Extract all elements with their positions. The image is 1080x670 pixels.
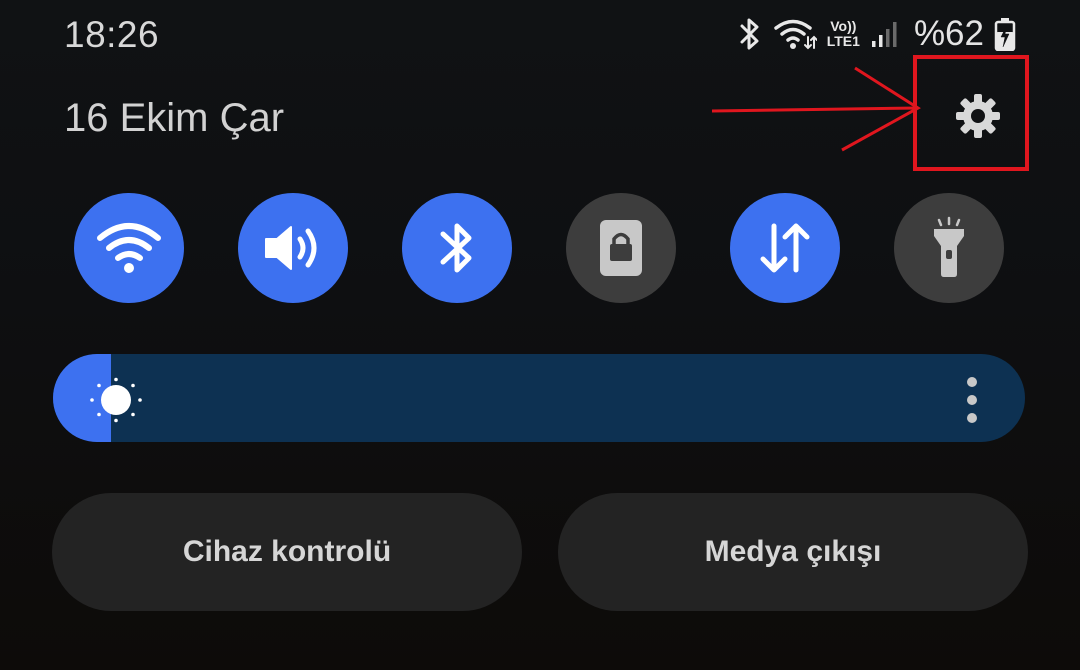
volte-label: Vo))	[830, 18, 857, 34]
battery-charging-icon	[994, 18, 1016, 51]
status-time: 18:26	[64, 14, 160, 55]
quick-toggles	[74, 193, 1006, 303]
annotation-arrow	[711, 66, 921, 152]
volte-lte-icon: Vo)) LTE1	[827, 19, 860, 49]
status-icons: Vo)) LTE1 %62	[737, 12, 1016, 56]
device-control-label: Cihaz kontrolü	[182, 535, 392, 568]
media-output-button[interactable]: Medya çıkışı	[558, 493, 1028, 611]
settings-button[interactable]	[952, 90, 1004, 142]
bluetooth-icon	[440, 223, 472, 273]
flashlight-toggle[interactable]	[894, 193, 1004, 303]
lock-icon	[600, 220, 642, 276]
battery-percent: %62	[913, 14, 984, 53]
date-label: 16 Ekim Çar	[64, 96, 285, 140]
brightness-slider[interactable]	[53, 354, 1025, 442]
wifi-toggle[interactable]	[74, 193, 184, 303]
lte-label: LTE1	[826, 33, 860, 49]
wifi-icon	[97, 223, 161, 273]
sun-icon	[90, 377, 142, 423]
screen-lock-toggle[interactable]	[566, 193, 676, 303]
data-arrows-icon	[760, 223, 810, 273]
bluetooth-icon	[740, 18, 759, 50]
sound-toggle[interactable]	[238, 193, 348, 303]
gear-icon	[956, 94, 1000, 138]
device-control-button[interactable]: Cihaz kontrolü	[52, 493, 522, 611]
more-vertical-icon[interactable]	[959, 376, 985, 424]
wifi-icon	[773, 19, 817, 50]
bluetooth-toggle[interactable]	[402, 193, 512, 303]
media-output-label: Medya çıkışı	[704, 535, 882, 568]
mobile-data-toggle[interactable]	[730, 193, 840, 303]
signal-icon	[871, 22, 897, 47]
flashlight-icon	[934, 216, 964, 277]
speaker-icon	[265, 226, 317, 270]
